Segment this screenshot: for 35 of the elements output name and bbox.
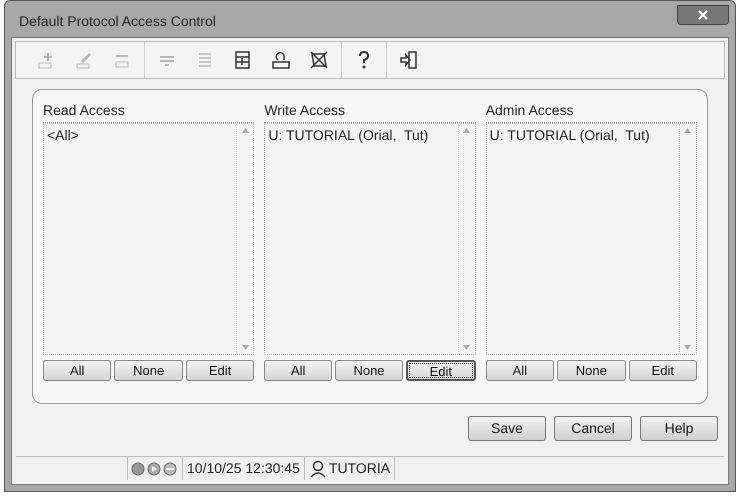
access-list[interactable]: <All>: [43, 123, 254, 355]
status-user: TUTORIA: [328, 459, 390, 478]
scroll-up-icon: [242, 128, 249, 133]
form-icon: [233, 50, 253, 70]
pencil-icon: [74, 50, 94, 70]
user-icon: [308, 460, 327, 478]
close-icon: [697, 10, 709, 20]
list-item[interactable]: U: TUTORIAL (Orial, Tut): [268, 125, 455, 146]
scroll-up-icon: [463, 128, 470, 133]
dialog-button[interactable]: Save: [468, 416, 546, 441]
scroll-down-icon: [463, 345, 470, 350]
dialog-button[interactable]: Cancel: [554, 416, 632, 441]
close-button[interactable]: [677, 5, 729, 25]
scroll-down-icon: [684, 345, 692, 350]
scroll-down-icon: [242, 345, 249, 350]
pane-button[interactable]: Edit: [628, 360, 697, 381]
list-item[interactable]: U: TUTORIAL (Orial, Tut): [490, 125, 676, 146]
access-list[interactable]: U: TUTORIAL (Orial, Tut): [264, 123, 476, 355]
dialog-button[interactable]: Help: [640, 416, 718, 441]
list-item[interactable]: <All>: [47, 125, 234, 146]
pane-button[interactable]: None: [114, 360, 183, 381]
pane-button[interactable]: None: [557, 360, 626, 381]
access-list[interactable]: U: TUTORIAL (Orial, Tut): [486, 123, 697, 355]
pane-button[interactable]: All: [43, 360, 112, 381]
pane-button[interactable]: Edit: [186, 360, 254, 381]
scroll-up-icon: [684, 128, 692, 133]
window-title: Default Protocol Access Control: [18, 12, 216, 30]
pane-button[interactable]: None: [335, 360, 403, 381]
pane-button[interactable]: All: [264, 360, 332, 381]
box-arrow-icon: [271, 50, 291, 70]
exit-door-icon: [399, 50, 419, 70]
pane-button[interactable]: All: [486, 360, 554, 381]
status-datetime: 10/10/25 12:30:45: [182, 457, 305, 480]
status-circles-icon: [131, 462, 179, 476]
pane-button[interactable]: Edit: [406, 360, 476, 381]
